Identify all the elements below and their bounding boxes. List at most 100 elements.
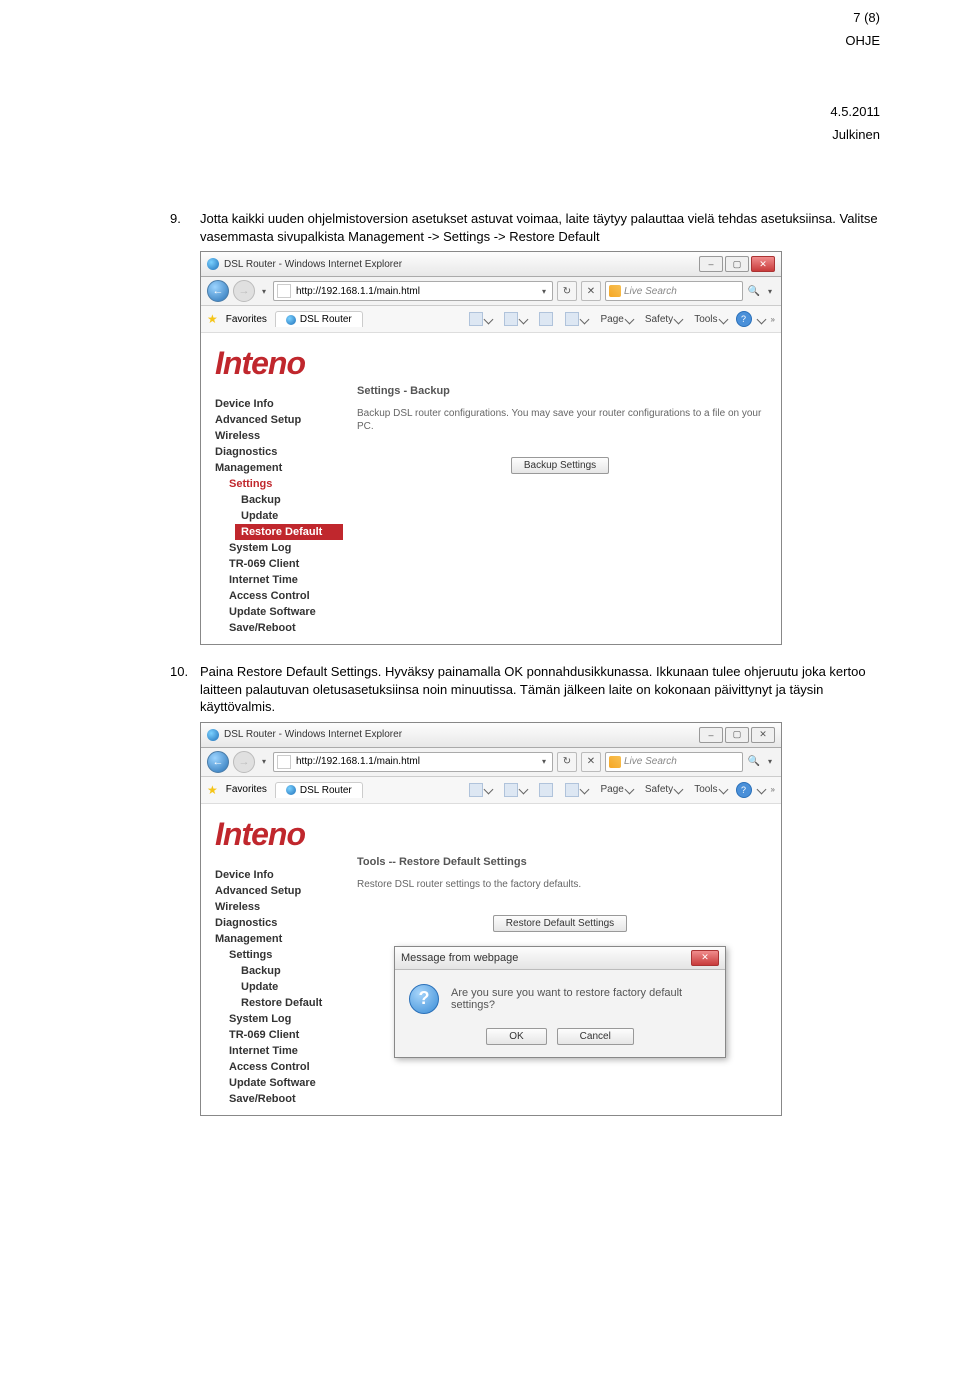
browser-tab[interactable]: DSL Router	[275, 311, 363, 327]
address-bar[interactable]: ▾	[273, 752, 553, 772]
search-box[interactable]: Live Search	[605, 752, 743, 772]
sidebar-item-device-info[interactable]: Device Info	[215, 867, 331, 883]
favorites-bar: ★ Favorites DSL Router Page Safety Tools…	[201, 777, 781, 804]
help-button[interactable]: ?	[736, 311, 752, 327]
favorites-bar: ★ Favorites DSL Router Page Safety Tools…	[201, 306, 781, 333]
feeds-button[interactable]	[501, 782, 530, 798]
tools-menu[interactable]: Tools	[691, 783, 729, 796]
sidebar-item-system-log[interactable]: System Log	[215, 1011, 331, 1027]
sidebar-item-settings[interactable]: Settings	[215, 947, 331, 963]
search-dropdown-icon[interactable]: ▾	[765, 757, 775, 767]
home-button[interactable]	[466, 311, 495, 327]
sidebar-item-device-info[interactable]: Device Info	[215, 396, 331, 412]
sidebar-item-settings[interactable]: Settings	[215, 476, 331, 492]
sidebar-item-management[interactable]: Management	[215, 460, 331, 476]
search-magnifier-icon[interactable]: 🔍	[747, 756, 761, 767]
back-button[interactable]: ←	[207, 751, 229, 773]
sidebar-item-save-reboot[interactable]: Save/Reboot	[215, 620, 331, 636]
page-menu[interactable]: Page	[597, 783, 635, 796]
favorites-star-icon[interactable]: ★	[207, 783, 218, 797]
forward-button[interactable]: →	[233, 751, 255, 773]
minimize-button[interactable]: –	[699, 727, 723, 743]
feeds-icon	[504, 783, 518, 797]
sidebar-item-restore-default[interactable]: Restore Default	[215, 995, 331, 1011]
sidebar-item-diagnostics[interactable]: Diagnostics	[215, 915, 331, 931]
sidebar-item-advanced[interactable]: Advanced Setup	[215, 412, 331, 428]
forward-button[interactable]: →	[233, 280, 255, 302]
sidebar-item-internet-time[interactable]: Internet Time	[215, 572, 331, 588]
back-button[interactable]: ←	[207, 280, 229, 302]
minimize-button[interactable]: –	[699, 256, 723, 272]
refresh-button[interactable]: ↻	[557, 281, 577, 301]
stop-button[interactable]: ✕	[581, 281, 601, 301]
mail-button[interactable]	[536, 782, 556, 798]
sidebar-item-system-log[interactable]: System Log	[215, 540, 331, 556]
sidebar-item-wireless[interactable]: Wireless	[215, 428, 331, 444]
tools-menu[interactable]: Tools	[691, 313, 729, 326]
dialog-title: Message from webpage	[401, 952, 691, 964]
sidebar-item-restore-default[interactable]: Restore Default	[235, 524, 343, 540]
sidebar-item-backup[interactable]: Backup	[215, 492, 331, 508]
sidebar-item-backup[interactable]: Backup	[215, 963, 331, 979]
backup-settings-button[interactable]: Backup Settings	[511, 457, 609, 474]
router-logo: Inteno	[215, 816, 331, 853]
sidebar-item-save-reboot[interactable]: Save/Reboot	[215, 1091, 331, 1107]
home-button[interactable]	[466, 782, 495, 798]
restore-default-button[interactable]: Restore Default Settings	[493, 915, 627, 932]
search-magnifier-icon[interactable]: 🔍	[747, 286, 761, 297]
document-page: 7 (8) OHJE 4.5.2011 Julkinen 9. Jotta ka…	[0, 0, 960, 1174]
nav-dropdown-icon[interactable]: ▾	[259, 757, 269, 767]
refresh-button[interactable]: ↻	[557, 752, 577, 772]
page-header: 7 (8) OHJE 4.5.2011 Julkinen	[170, 0, 880, 142]
page-menu[interactable]: Page	[597, 313, 635, 326]
print-button[interactable]	[562, 311, 591, 327]
sidebar-item-wireless[interactable]: Wireless	[215, 899, 331, 915]
sidebar-item-update[interactable]: Update	[215, 979, 331, 995]
maximize-button[interactable]: ▢	[725, 256, 749, 272]
window-titlebar: DSL Router - Windows Internet Explorer –…	[201, 723, 781, 748]
maximize-button[interactable]: ▢	[725, 727, 749, 743]
mail-button[interactable]	[536, 311, 556, 327]
router-logo: Inteno	[215, 345, 331, 382]
safety-menu[interactable]: Safety	[642, 313, 685, 326]
chevron-down-icon[interactable]	[756, 314, 766, 324]
feeds-button[interactable]	[501, 311, 530, 327]
sidebar-item-tr069[interactable]: TR-069 Client	[215, 556, 331, 572]
dialog-text: Are you sure you want to restore factory…	[451, 987, 711, 1011]
chevron-down-icon[interactable]	[756, 785, 766, 795]
dialog-ok-button[interactable]: OK	[486, 1028, 546, 1045]
sidebar-item-update[interactable]: Update	[215, 508, 331, 524]
address-bar[interactable]: ▾	[273, 281, 553, 301]
close-button[interactable]: ✕	[751, 727, 775, 743]
search-dropdown-icon[interactable]: ▾	[765, 286, 775, 296]
address-dropdown-icon[interactable]: ▾	[539, 286, 549, 296]
sidebar-item-update-software[interactable]: Update Software	[215, 1075, 331, 1091]
sidebar-item-tr069[interactable]: TR-069 Client	[215, 1027, 331, 1043]
sidebar-item-access-control[interactable]: Access Control	[215, 588, 331, 604]
page-icon	[277, 755, 291, 769]
sidebar-item-internet-time[interactable]: Internet Time	[215, 1043, 331, 1059]
help-button[interactable]: ?	[736, 782, 752, 798]
feeds-icon	[504, 312, 518, 326]
stop-button[interactable]: ✕	[581, 752, 601, 772]
safety-menu[interactable]: Safety	[642, 783, 685, 796]
nav-dropdown-icon[interactable]: ▾	[259, 286, 269, 296]
close-button[interactable]: ✕	[751, 256, 775, 272]
favorites-star-icon[interactable]: ★	[207, 312, 218, 326]
search-box[interactable]: Live Search	[605, 281, 743, 301]
restore-desc: Restore DSL router settings to the facto…	[357, 878, 763, 891]
address-input[interactable]	[294, 754, 539, 770]
sidebar-item-update-software[interactable]: Update Software	[215, 604, 331, 620]
address-input[interactable]	[294, 283, 539, 299]
sidebar-item-access-control[interactable]: Access Control	[215, 1059, 331, 1075]
dialog-close-button[interactable]: ✕	[691, 950, 719, 966]
browser-tab[interactable]: DSL Router	[275, 782, 363, 798]
print-button[interactable]	[562, 782, 591, 798]
window-titlebar: DSL Router - Windows Internet Explorer –…	[201, 252, 781, 277]
dialog-cancel-button[interactable]: Cancel	[557, 1028, 634, 1045]
print-icon	[565, 783, 579, 797]
sidebar-item-management[interactable]: Management	[215, 931, 331, 947]
sidebar-item-diagnostics[interactable]: Diagnostics	[215, 444, 331, 460]
address-dropdown-icon[interactable]: ▾	[539, 757, 549, 767]
sidebar-item-advanced[interactable]: Advanced Setup	[215, 883, 331, 899]
